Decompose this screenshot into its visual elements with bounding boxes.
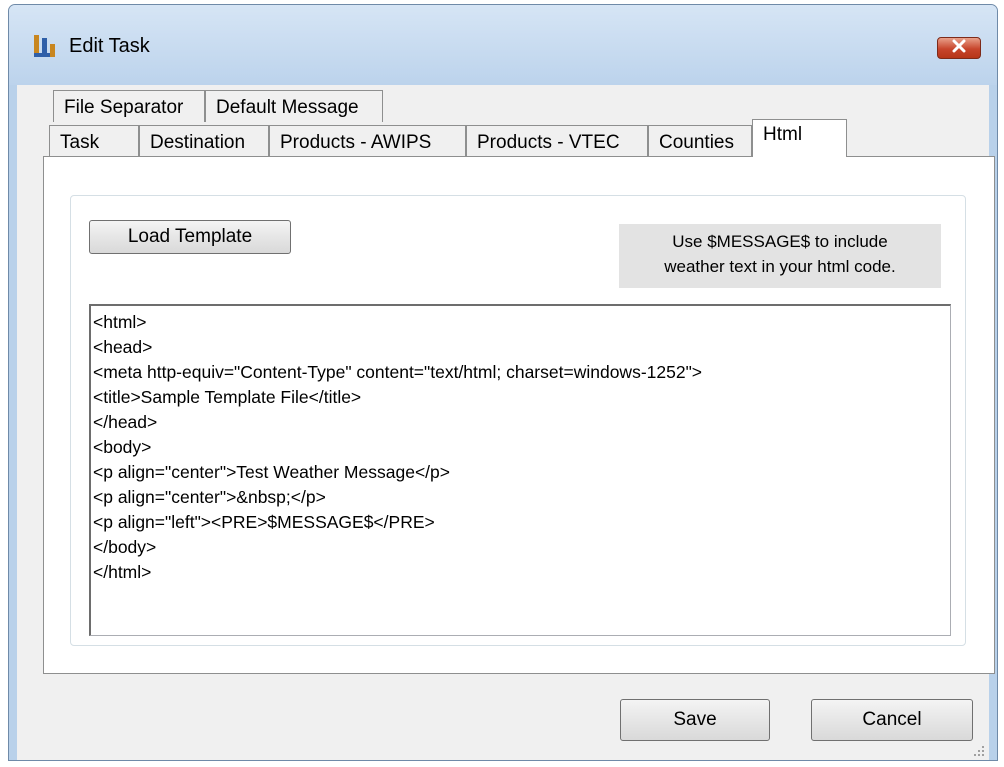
tab-task[interactable]: Task xyxy=(49,125,139,157)
tab-label: File Separator xyxy=(64,97,184,118)
html-template-editor[interactable]: <html> <head> <meta http-equiv="Content-… xyxy=(89,304,951,636)
save-button[interactable]: Save xyxy=(620,699,770,741)
title-bar[interactable]: Edit Task xyxy=(9,5,997,85)
window-title: Edit Task xyxy=(69,35,150,57)
tab-label: Html xyxy=(763,124,803,145)
app-logo-icon xyxy=(31,33,57,59)
html-tab-panel: Load Template Use $MESSAGE$ to include w… xyxy=(43,156,995,674)
tab-products-awips[interactable]: Products - AWIPS xyxy=(269,125,466,157)
load-template-button[interactable]: Load Template xyxy=(89,220,291,254)
edit-task-window: Edit Task File Separator Default Message… xyxy=(8,4,998,761)
tab-destination[interactable]: Destination xyxy=(139,125,269,157)
tab-label: Products - VTEC xyxy=(477,132,620,153)
tab-default-message[interactable]: Default Message xyxy=(205,90,383,122)
tab-label: Default Message xyxy=(216,97,359,118)
note-line-1: Use $MESSAGE$ to include xyxy=(672,232,888,251)
tab-html[interactable]: Html xyxy=(752,119,847,157)
save-label: Save xyxy=(673,709,717,730)
tab-label: Products - AWIPS xyxy=(280,132,432,153)
close-button[interactable] xyxy=(937,37,981,59)
resize-grip-icon[interactable] xyxy=(973,744,985,756)
tab-label: Destination xyxy=(150,132,246,153)
message-hint-note: Use $MESSAGE$ to include weather text in… xyxy=(619,224,941,288)
cancel-label: Cancel xyxy=(862,709,922,730)
load-template-label: Load Template xyxy=(127,226,253,247)
dialog-client: File Separator Default Message Task Dest… xyxy=(17,85,995,760)
close-icon xyxy=(951,39,967,58)
tab-products-vtec[interactable]: Products - VTEC xyxy=(466,125,648,157)
tab-label: Task xyxy=(60,132,100,153)
tab-counties[interactable]: Counties xyxy=(648,125,752,157)
tab-file-separator[interactable]: File Separator xyxy=(53,90,205,122)
template-groupbox: Load Template Use $MESSAGE$ to include w… xyxy=(70,195,966,646)
note-line-2: weather text in your html code. xyxy=(664,257,896,276)
tab-label: Counties xyxy=(659,132,734,153)
cancel-button[interactable]: Cancel xyxy=(811,699,973,741)
